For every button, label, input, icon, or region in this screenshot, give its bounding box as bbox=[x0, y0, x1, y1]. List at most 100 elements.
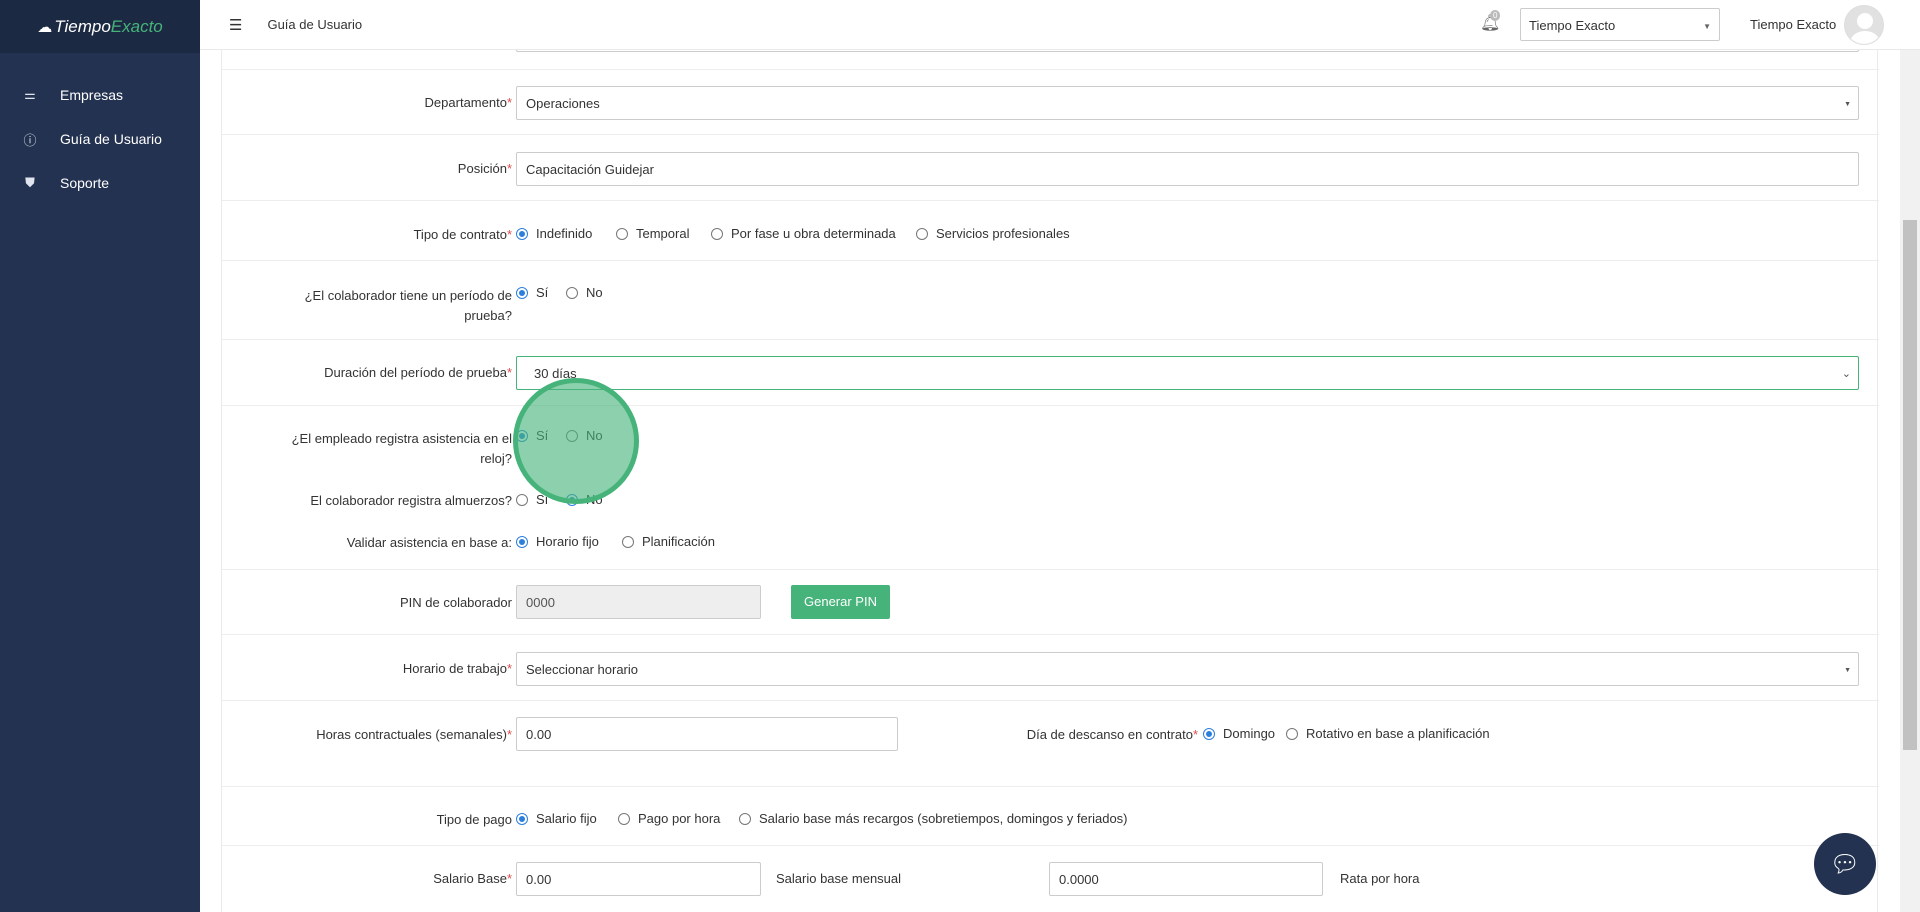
app-logo[interactable]: ☁ Tiempo Exacto bbox=[0, 0, 200, 53]
radio-salario-fijo[interactable]: Salario fijo bbox=[516, 811, 597, 826]
duracion-label: Duración del período de prueba* bbox=[324, 365, 512, 380]
almuerzos-label: El colaborador registra almuerzos? bbox=[310, 493, 512, 508]
scrollbar[interactable] bbox=[1900, 50, 1920, 912]
chat-icon: 💬︎ bbox=[1829, 850, 1861, 878]
rata-helper: Rata por hora bbox=[1340, 871, 1420, 886]
radio-servicios-profesionales[interactable]: Servicios profesionales bbox=[916, 226, 1070, 241]
radio-rotativo[interactable]: Rotativo en base a planificación bbox=[1286, 726, 1490, 741]
avatar-head bbox=[1857, 13, 1873, 29]
periodo-prueba-label: ¿El colaborador tiene un período de prue… bbox=[304, 288, 512, 323]
horario-label: Horario de trabajo* bbox=[402, 661, 512, 676]
posicion-label: Posición* bbox=[457, 161, 512, 176]
salario-value: 0.00 bbox=[526, 872, 552, 887]
radio-dot bbox=[516, 535, 528, 548]
radio-dot bbox=[616, 227, 628, 240]
radio-dot bbox=[622, 535, 634, 548]
departamento-label: Departamento* bbox=[424, 95, 512, 110]
radio-domingo[interactable]: Domingo bbox=[1203, 726, 1275, 741]
radio-salario-recargos[interactable]: Salario base más recargos (sobretiempos,… bbox=[739, 811, 1128, 826]
company-select[interactable]: Tiempo Exacto ▼ bbox=[1520, 8, 1720, 41]
tipo-contrato-label: Tipo de contrato* bbox=[413, 227, 512, 242]
sidebar-item-label: Empresas bbox=[60, 87, 124, 103]
radio-dot bbox=[566, 286, 578, 299]
radio-dot bbox=[618, 812, 630, 825]
generate-pin-button[interactable]: Generar PIN bbox=[791, 585, 890, 619]
radio-por-fase[interactable]: Por fase u obra determinada bbox=[711, 226, 896, 241]
radio-dot bbox=[1203, 727, 1215, 740]
form-row-horas: Horas contractuales (semanales)* 0.00 Dí… bbox=[222, 701, 1879, 787]
horas-label: Horas contractuales (semanales)* bbox=[316, 727, 512, 742]
sidebar-item-soporte[interactable]: ⛊ Soporte bbox=[0, 161, 200, 205]
form-row-duracion: Duración del período de prueba* 30 días … bbox=[222, 340, 1879, 406]
registra-reloj-label: ¿El empleado registra asistencia en el r… bbox=[291, 431, 512, 466]
radio-dot bbox=[516, 493, 528, 506]
menu-toggle-icon[interactable]: ☰ bbox=[229, 16, 242, 34]
caret-down-icon: ▼ bbox=[1844, 667, 1851, 674]
avatar[interactable] bbox=[1844, 5, 1884, 45]
sidebar-item-guia[interactable]: ⓘ Guía de Usuario bbox=[0, 117, 200, 161]
radio-prueba-no[interactable]: No bbox=[566, 285, 603, 300]
duracion-value: 30 días bbox=[534, 366, 577, 381]
pin-input: 0000 bbox=[516, 585, 761, 619]
notifications-bell[interactable]: 🔔︎ 0 bbox=[1480, 10, 1501, 33]
radio-reloj-no[interactable]: No bbox=[566, 428, 603, 443]
radio-prueba-si[interactable]: Sí bbox=[516, 285, 548, 300]
descanso-label: Día de descanso en contrato* bbox=[1026, 727, 1198, 742]
chevron-down-icon: ⌄ bbox=[1841, 368, 1851, 380]
tipo-pago-label: Tipo de pago bbox=[436, 812, 512, 827]
sidebar: ☁ Tiempo Exacto ⚌ Empresas ⓘ Guía de Usua… bbox=[0, 0, 200, 912]
user-name[interactable]: Tiempo Exacto bbox=[1750, 17, 1836, 32]
caret-down-icon: ▼ bbox=[1703, 22, 1711, 31]
departamento-select[interactable]: Operaciones ▼ bbox=[516, 86, 1859, 120]
radio-dot bbox=[516, 429, 528, 442]
rata-input[interactable]: 0.0000 bbox=[1049, 862, 1323, 896]
caret-down-icon: ▼ bbox=[1844, 101, 1851, 108]
radio-dot bbox=[516, 812, 528, 825]
form-row-pin: PIN de colaborador 0000 Generar PIN bbox=[222, 570, 1879, 635]
radio-dot bbox=[1286, 727, 1298, 740]
scrollbar-thumb[interactable] bbox=[1903, 220, 1917, 750]
sidebar-item-label: Soporte bbox=[60, 175, 110, 191]
form-row-horario: Horario de trabajo* Seleccionar horario … bbox=[222, 635, 1879, 701]
rata-value: 0.0000 bbox=[1059, 872, 1099, 887]
radio-dot bbox=[711, 227, 723, 240]
radio-almuerzos-si[interactable]: Sí bbox=[516, 492, 548, 507]
salario-helper: Salario base mensual bbox=[776, 871, 902, 886]
horas-input[interactable]: 0.00 bbox=[516, 717, 898, 751]
radio-planificacion[interactable]: Planificación bbox=[622, 534, 715, 549]
sliders-icon: ⚌ bbox=[24, 87, 36, 102]
radio-indefinido[interactable]: Indefinido bbox=[516, 226, 592, 241]
form-row-tipo-contrato: Tipo de contrato* Indefinido Temporal Po… bbox=[222, 201, 1879, 261]
radio-reloj-si[interactable]: Sí bbox=[516, 428, 548, 443]
cloud-icon: ☁ bbox=[37, 18, 53, 36]
radio-pago-por-hora[interactable]: Pago por hora bbox=[618, 811, 720, 826]
logo-text-main: Tiempo bbox=[54, 16, 111, 36]
form-row-posicion: Posición* Capacitación Guidejar bbox=[222, 135, 1879, 201]
top-bar: ☰ Guía de Usuario 🔔︎ 0 Tiempo Exacto ▼ T… bbox=[200, 0, 1920, 50]
page-title: Guía de Usuario bbox=[267, 17, 363, 32]
sidebar-item-label: Guía de Usuario bbox=[60, 131, 162, 147]
horario-value: Seleccionar horario bbox=[526, 662, 639, 677]
pin-label: PIN de colaborador bbox=[399, 595, 512, 610]
horas-value: 0.00 bbox=[526, 727, 552, 742]
salario-input[interactable]: 0.00 bbox=[516, 862, 761, 896]
shield-icon: ⛊ bbox=[25, 175, 35, 190]
radio-horario-fijo[interactable]: Horario fijo bbox=[516, 534, 599, 549]
chat-button[interactable]: 💬︎ bbox=[1814, 833, 1876, 895]
form-row-tipo-pago: Tipo de pago Salario fijo Pago por hora … bbox=[222, 787, 1879, 846]
sidebar-item-empresas[interactable]: ⚌ Empresas bbox=[0, 73, 200, 117]
question-circle-icon: ⓘ bbox=[23, 132, 37, 148]
logo-text-accent: Exacto bbox=[110, 16, 163, 36]
posicion-input[interactable]: Capacitación Guidejar bbox=[516, 152, 1859, 186]
radio-almuerzos-no[interactable]: No bbox=[566, 492, 603, 507]
radio-dot bbox=[516, 227, 528, 240]
radio-dot bbox=[516, 286, 528, 299]
radio-dot bbox=[739, 812, 751, 825]
radio-temporal[interactable]: Temporal bbox=[616, 226, 689, 241]
radio-dot bbox=[566, 493, 578, 506]
horario-select[interactable]: Seleccionar horario ▼ bbox=[516, 652, 1859, 686]
duracion-select[interactable]: 30 días ⌄ bbox=[516, 356, 1859, 390]
form-row-salario: Salario Base* 0.00 Salario base mensual … bbox=[222, 846, 1879, 912]
employee-form: Departamento* Operaciones ▼ Posición* Ca… bbox=[221, 0, 1879, 912]
form-row-asistencia: ¿El empleado registra asistencia en el r… bbox=[222, 406, 1879, 570]
